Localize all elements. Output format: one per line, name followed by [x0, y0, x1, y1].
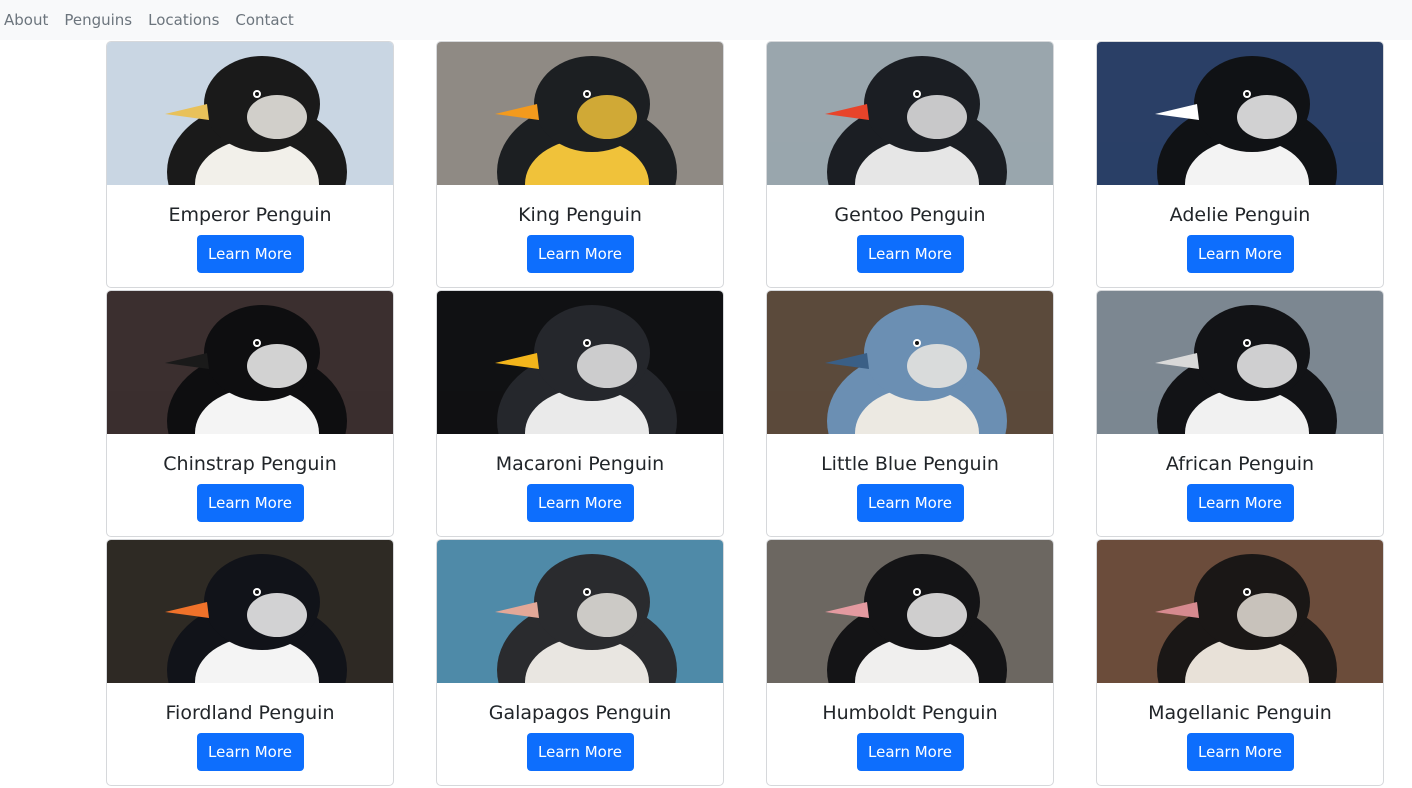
learn-more-button[interactable]: Learn More: [526, 733, 634, 771]
penguin-photo: [767, 291, 1053, 434]
learn-more-button[interactable]: Learn More: [196, 733, 304, 771]
penguin-card: Macaroni Penguin Learn More: [436, 290, 724, 537]
penguin-card-title: Magellanic Penguin: [1148, 702, 1332, 724]
penguin-photo: [767, 42, 1053, 185]
learn-more-button[interactable]: Learn More: [526, 235, 634, 273]
penguin-card-title: King Penguin: [518, 204, 642, 226]
penguin-card-title: African Penguin: [1165, 453, 1315, 475]
penguin-card: Humboldt Penguin Learn More: [766, 539, 1054, 786]
penguin-card: Adelie Penguin Learn More: [1096, 41, 1384, 288]
penguin-card-title: Macaroni Penguin: [495, 453, 665, 475]
penguin-illustration: [767, 42, 1053, 185]
learn-more-button[interactable]: Learn More: [1186, 484, 1294, 522]
learn-more-button[interactable]: Learn More: [196, 235, 304, 273]
penguin-card: Little Blue Penguin Learn More: [766, 290, 1054, 537]
penguin-illustration: [107, 540, 393, 683]
penguin-photo: [1097, 291, 1383, 434]
learn-more-button[interactable]: Learn More: [856, 733, 964, 771]
penguin-card-title: Emperor Penguin: [168, 204, 332, 226]
penguin-illustration: [767, 291, 1053, 434]
penguin-card: Emperor Penguin Learn More: [106, 41, 394, 288]
penguin-card-title: Gentoo Penguin: [834, 204, 986, 226]
learn-more-button[interactable]: Learn More: [196, 484, 304, 522]
learn-more-button[interactable]: Learn More: [1186, 733, 1294, 771]
penguin-card-title: Humboldt Penguin: [822, 702, 998, 724]
penguin-card: Chinstrap Penguin Learn More: [106, 290, 394, 537]
penguin-photo: [1097, 42, 1383, 185]
penguin-card: King Penguin Learn More: [436, 41, 724, 288]
penguin-illustration: [767, 540, 1053, 683]
learn-more-button[interactable]: Learn More: [526, 484, 634, 522]
penguin-illustration: [437, 291, 723, 434]
penguin-card: African Penguin Learn More: [1096, 290, 1384, 537]
learn-more-button[interactable]: Learn More: [1186, 235, 1294, 273]
penguin-illustration: [1097, 540, 1383, 683]
nav-link-contact[interactable]: Contact: [235, 6, 293, 34]
penguin-card: Galapagos Penguin Learn More: [436, 539, 724, 786]
penguin-card-title: Adelie Penguin: [1169, 204, 1311, 226]
penguin-illustration: [437, 42, 723, 185]
penguin-photo: [1097, 540, 1383, 683]
top-navbar: About Penguins Locations Contact: [0, 0, 1412, 40]
penguin-photo: [107, 291, 393, 434]
penguin-illustration: [107, 42, 393, 185]
penguin-card-title: Chinstrap Penguin: [163, 453, 337, 475]
penguin-card-title: Galapagos Penguin: [488, 702, 672, 724]
penguin-card-title: Fiordland Penguin: [165, 702, 335, 724]
nav-link-locations[interactable]: Locations: [148, 6, 219, 34]
penguin-card: Magellanic Penguin Learn More: [1096, 539, 1384, 786]
penguin-photo: [107, 42, 393, 185]
penguin-illustration: [1097, 42, 1383, 185]
penguin-photo: [107, 540, 393, 683]
penguin-illustration: [437, 540, 723, 683]
penguin-illustration: [1097, 291, 1383, 434]
nav-link-penguins[interactable]: Penguins: [64, 6, 132, 34]
penguin-card-grid: Emperor Penguin Learn More King Penguin …: [106, 41, 1384, 788]
penguin-card-title: Little Blue Penguin: [821, 453, 999, 475]
learn-more-button[interactable]: Learn More: [856, 484, 964, 522]
penguin-illustration: [107, 291, 393, 434]
penguin-card: Gentoo Penguin Learn More: [766, 41, 1054, 288]
penguin-photo: [437, 540, 723, 683]
nav-link-about[interactable]: About: [4, 6, 48, 34]
penguin-photo: [767, 540, 1053, 683]
penguin-photo: [437, 42, 723, 185]
penguin-photo: [437, 291, 723, 434]
penguin-card: Fiordland Penguin Learn More: [106, 539, 394, 786]
learn-more-button[interactable]: Learn More: [856, 235, 964, 273]
